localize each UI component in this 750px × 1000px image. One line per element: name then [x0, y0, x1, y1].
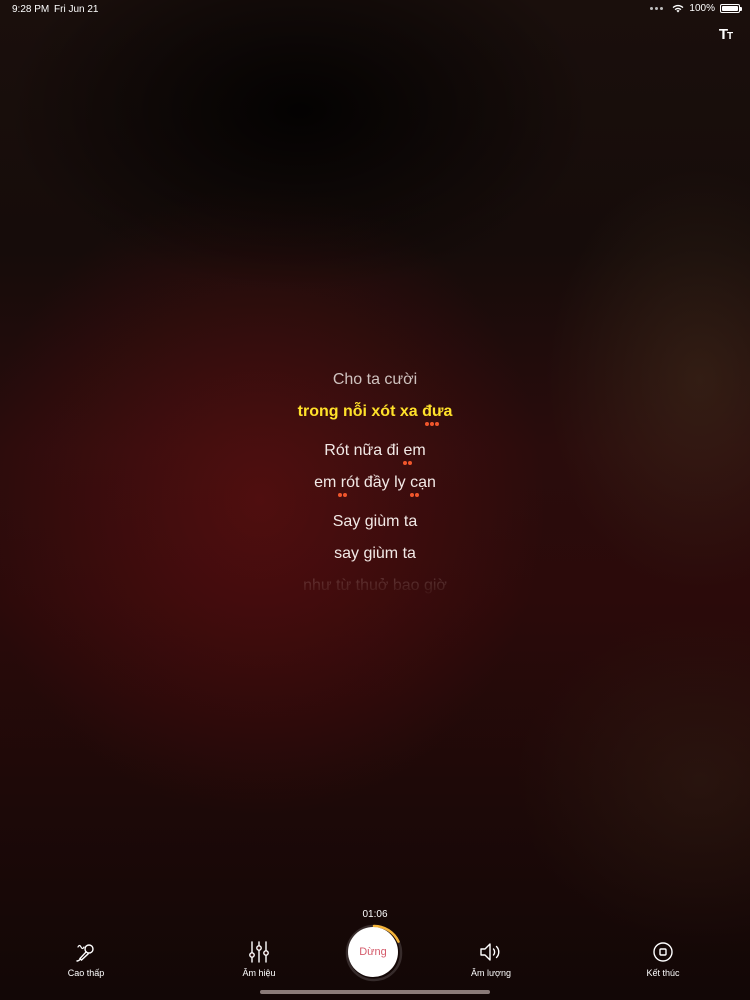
pitch-button[interactable]: Cao thấp	[41, 940, 131, 978]
stop-circle-icon	[653, 942, 673, 962]
effects-label: Âm hiệu	[242, 968, 276, 978]
end-label: Kết thúc	[646, 968, 680, 978]
battery-percent: 100%	[689, 3, 715, 14]
lyrics-panel: Cho ta cười trong nỗi xót xa đưa Rót nữa…	[0, 366, 750, 604]
lyric-line: em rót đầy ly cạn	[0, 469, 750, 501]
battery-icon	[720, 4, 742, 13]
stop-label: Dừng	[359, 946, 387, 958]
status-date: Fri Jun 21	[54, 4, 99, 15]
volume-label: Âm lượng	[471, 968, 511, 978]
lyric-line: Rót nữa đi em	[0, 437, 750, 469]
status-time: 9:28 PM	[12, 4, 50, 15]
equalizer-icon	[249, 941, 269, 963]
lyric-line: Say giùm ta	[332, 513, 418, 530]
tone-dots	[403, 461, 412, 465]
lyric-line: Cho ta cười	[332, 371, 418, 388]
volume-button[interactable]: Âm lượng	[446, 940, 536, 978]
tone-dots	[410, 493, 419, 497]
lyric-line-upcoming: như từ thuở bao giờ	[303, 577, 447, 594]
effects-button[interactable]: Âm hiệu	[214, 940, 304, 978]
elapsed-time: 01:06	[362, 909, 388, 920]
tone-dots	[425, 422, 439, 426]
multitasking-dots-icon	[650, 7, 664, 10]
lyric-line: say giùm ta	[334, 545, 416, 562]
status-indicators: 100%	[650, 3, 742, 14]
pitch-label: Cao thấp	[67, 968, 105, 978]
tone-dots	[338, 493, 347, 497]
wifi-icon	[673, 4, 684, 13]
stop-button[interactable]: Dừng	[345, 924, 403, 982]
microphone-pitch-icon	[76, 944, 94, 962]
font-size-button[interactable]: TT	[716, 24, 736, 42]
end-button[interactable]: Kết thúc	[618, 940, 708, 978]
lyric-line-active: trong nỗi xót xa đưa	[0, 398, 750, 430]
status-bar: 9:28 PM Fri Jun 21 100%	[0, 0, 750, 20]
stop-button-face: Dừng	[348, 927, 398, 977]
speaker-icon	[480, 943, 500, 961]
home-indicator	[260, 990, 490, 994]
